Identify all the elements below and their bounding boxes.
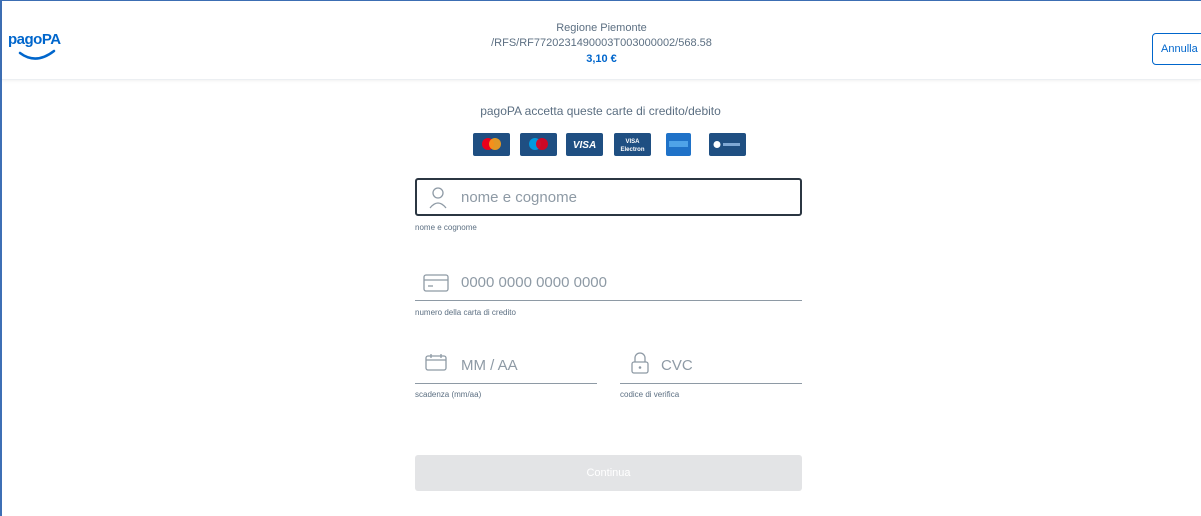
visa-electron-icon: VISA Electron bbox=[614, 133, 651, 156]
creditor-name: Regione Piemonte bbox=[556, 22, 647, 34]
continue-button[interactable]: Continua bbox=[415, 455, 802, 491]
cancel-button[interactable]: Annulla bbox=[1152, 33, 1201, 65]
credit-card-icon bbox=[423, 274, 449, 292]
cvc-underline bbox=[620, 383, 802, 384]
diners-icon bbox=[709, 133, 746, 156]
mastercard-icon bbox=[473, 133, 510, 156]
accepted-cards-text: pagoPA accetta queste carte di credito/d… bbox=[480, 104, 721, 118]
header: pagoPA Regione Piemonte /RFS/RF772023149… bbox=[2, 1, 1201, 80]
card-number-underline bbox=[415, 300, 802, 301]
payment-summary: Regione Piemonte /RFS/RF7720231490003T00… bbox=[2, 21, 1201, 68]
name-placeholder: nome e cognome bbox=[461, 189, 577, 206]
visa-icon: VISA bbox=[566, 133, 603, 156]
cvc-helper: codice di verifica bbox=[620, 390, 680, 399]
visa-electron-bottom-text: Electron bbox=[620, 147, 644, 153]
name-helper: nome e cognome bbox=[415, 223, 477, 232]
amex-icon bbox=[666, 133, 691, 156]
calendar-icon bbox=[425, 354, 447, 371]
expiry-placeholder: MM / AA bbox=[461, 357, 518, 374]
lock-icon bbox=[631, 352, 649, 374]
visa-text: VISA bbox=[573, 140, 596, 151]
payment-amount: 3,10 € bbox=[586, 53, 617, 65]
card-number-helper: numero della carta di credito bbox=[415, 308, 516, 317]
expiry-helper: scadenza (mm/aa) bbox=[415, 390, 482, 399]
expiry-underline bbox=[415, 383, 597, 384]
payment-reference: /RFS/RF7720231490003T003000002/568.58 bbox=[491, 37, 712, 49]
user-icon bbox=[429, 187, 447, 209]
visa-electron-top-text: VISA bbox=[625, 139, 640, 145]
maestro-icon bbox=[520, 133, 557, 156]
cvc-placeholder: CVC bbox=[661, 357, 693, 374]
card-number-placeholder: 0000 0000 0000 0000 bbox=[461, 274, 607, 291]
